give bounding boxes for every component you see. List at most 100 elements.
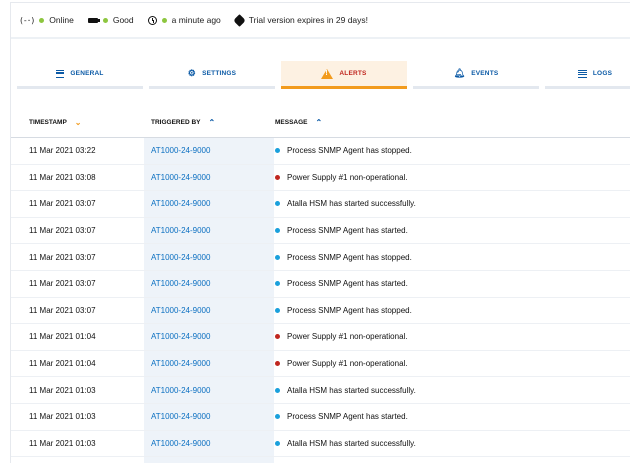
triggered-by-link[interactable]: AT1000-24-9000 xyxy=(144,324,274,350)
timestamp-cell: 11 Mar 2021 01:04 xyxy=(29,332,96,342)
bell-icon: 🔔︎ xyxy=(453,68,466,78)
info-dot-icon xyxy=(275,201,280,207)
triggered-by-link[interactable]: AT1000-24-9000 xyxy=(144,164,274,191)
message-text: Process SNMP Agent has stopped. xyxy=(287,252,412,262)
message-cell: Process SNMP Agent has stopped. xyxy=(275,244,412,270)
message-cell: Process SNMP Agent has started. xyxy=(275,404,408,430)
trial-label: Trial version expires in 29 days! xyxy=(248,15,369,25)
column-header-triggered-by[interactable]: TRIGGERED BY ⌃ xyxy=(151,107,215,137)
triggered-by-link[interactable]: AT1000-24-9000 xyxy=(144,138,274,164)
timestamp-cell: 11 Mar 2021 01:03 xyxy=(29,438,96,448)
table-header: TIMESTAMP ⌄ TRIGGERED BY ⌃ MESSAGE ⌃ xyxy=(11,107,630,138)
timestamp-cell: 11 Mar 2021 03:07 xyxy=(29,226,96,236)
tab-label: LOGS xyxy=(592,70,613,77)
timestamp-cell: 11 Mar 2021 03:08 xyxy=(29,172,96,182)
info-dot-icon xyxy=(275,387,280,393)
triggered-by-link[interactable]: AT1000-24-9000 xyxy=(144,191,274,217)
message-cell: Process SNMP Agent has started. xyxy=(275,271,408,297)
table-body: 11 Mar 2021 03:22 AT1000-24-9000 Process S… xyxy=(11,138,630,463)
tab-label: GENERAL xyxy=(70,70,104,77)
table-row[interactable]: 11 Mar 2021 01:04 AT1000-24-9000 Power Sup… xyxy=(11,350,630,378)
table-row[interactable]: 11 Mar 2021 03:07 AT1000-24-9000 Process S… xyxy=(11,297,630,325)
column-label: TIMESTAMP xyxy=(29,118,67,126)
message-text: Atalla HSM has started successfully. xyxy=(287,385,416,395)
tab-settings[interactable]: ⚙ SETTINGS xyxy=(149,61,275,89)
info-dot-icon xyxy=(275,414,280,420)
table-row[interactable]: 11 Mar 2021 01:03 AT1000-24-9000 Process S… xyxy=(11,403,630,431)
triggered-by-link[interactable]: AT1000-24-9000 xyxy=(144,430,274,457)
tab-label: SETTINGS xyxy=(202,70,237,77)
message-text: Process SNMP Agent has stopped. xyxy=(287,146,412,156)
battery-status: Good xyxy=(87,15,134,25)
info-dot-icon xyxy=(275,148,280,154)
message-cell: Atalla HSM has started successfully. xyxy=(275,191,416,217)
timestamp-cell: 11 Mar 2021 03:07 xyxy=(29,252,96,262)
message-text: Power Supply #1 non-operational. xyxy=(287,172,408,182)
table-row[interactable]: 11 Mar 2021 01:04 AT1000-24-9000 Power Sup… xyxy=(11,324,630,351)
table-row[interactable]: 11 Mar 2021 03:07 AT1000-24-9000 Process S… xyxy=(11,244,630,271)
last-update-dot xyxy=(161,17,167,23)
connection-label: Online xyxy=(49,15,74,25)
tag-icon xyxy=(232,13,246,27)
tab-general[interactable]: GENERAL xyxy=(17,61,143,89)
tab-logs[interactable]: LOGS xyxy=(545,61,630,89)
message-cell: Power Supply #1 non-operational. xyxy=(275,165,408,191)
table-row[interactable]: 11 Mar 2021 01:03 AT1000-24-9000 Atalla HS… xyxy=(11,377,630,404)
triggered-by-link[interactable]: AT1000-24-9000 xyxy=(144,244,274,270)
app-frame: (-·) Online Good a minute ago Trial vers… xyxy=(10,2,630,463)
triggered-by-link[interactable]: AT1000-24-9000 xyxy=(144,403,274,430)
triggered-by-link[interactable]: AT1000-24-9000 xyxy=(144,457,274,463)
last-update-status: a minute ago xyxy=(147,15,221,25)
column-label: TRIGGERED BY xyxy=(151,118,201,126)
triggered-by-link[interactable]: AT1000-24-9000 xyxy=(144,270,274,297)
info-dot-icon xyxy=(275,440,280,446)
column-header-timestamp[interactable]: TIMESTAMP ⌄ xyxy=(29,107,82,137)
error-dot-icon xyxy=(275,174,280,180)
message-text: Atalla HSM has started successfully. xyxy=(287,199,416,209)
table-row[interactable]: 11 Mar 2021 03:07 AT1000-24-9000 Process S… xyxy=(11,270,630,298)
error-dot-icon xyxy=(275,334,280,340)
tab-bar: GENERAL ⚙ SETTINGS ALERTS 🔔︎ EVENTS LOGS xyxy=(11,45,630,93)
tab-label: EVENTS xyxy=(471,70,499,77)
sort-ascending-icon[interactable]: ⌃ xyxy=(316,118,323,127)
message-cell: Atalla HSM has started successfully. xyxy=(275,431,416,457)
table-row[interactable]: 11 Mar 2021 03:07 AT1000-24-9000 Process S… xyxy=(11,217,630,245)
sort-descending-icon[interactable]: ⌄ xyxy=(75,118,82,127)
message-text: Power Supply #1 non-operational. xyxy=(287,359,408,369)
timestamp-cell: 11 Mar 2021 03:22 xyxy=(29,146,96,156)
message-cell: Process SNMP Agent has stopped. xyxy=(275,298,412,324)
connection-status-dot xyxy=(39,17,45,23)
message-cell: Atalla HSM has started successfully. xyxy=(275,377,416,403)
triggered-by-link[interactable]: AT1000-24-9000 xyxy=(144,217,274,244)
connection-status: (-·) Online xyxy=(19,15,74,25)
triggered-by-link[interactable]: AT1000-24-9000 xyxy=(144,297,274,324)
error-dot-icon xyxy=(275,361,280,367)
history-icon xyxy=(147,15,157,25)
tab-events[interactable]: 🔔︎ EVENTS xyxy=(413,61,539,89)
table-row[interactable]: 11 Mar 2021 03:07 AT1000-24-9000 Atalla HS… xyxy=(11,191,630,218)
table-row[interactable]: 11 Mar 2021 03:22 AT1000-24-9000 Process S… xyxy=(11,138,630,165)
connection-icon: (-·) xyxy=(19,15,35,25)
gear-icon: ⚙ xyxy=(187,68,197,78)
info-dot-icon xyxy=(275,228,280,234)
table-row[interactable]: 11 Mar 2021 01:03 AT1000-24-9000 Atalla HS… xyxy=(11,430,630,458)
message-text: Process SNMP Agent has started. xyxy=(287,412,408,422)
info-dot-icon xyxy=(275,307,280,313)
triggered-by-link[interactable]: AT1000-24-9000 xyxy=(144,350,274,377)
triggered-by-link[interactable]: AT1000-24-9000 xyxy=(144,377,274,403)
info-dot-icon xyxy=(275,254,280,260)
table-row[interactable]: 11 Mar 2021 03:08 AT1000-24-9000 Power Sup… xyxy=(11,164,630,192)
table-row[interactable]: 11 Mar 2021 01:03AT1000-24-9000Process S… xyxy=(11,457,630,463)
timestamp-cell: 11 Mar 2021 01:03 xyxy=(29,457,96,463)
trial-status: Trial version expires in 29 days! xyxy=(232,13,369,27)
message-text: Power Supply #1 non-operational. xyxy=(287,332,408,342)
timestamp-cell: 11 Mar 2021 01:03 xyxy=(29,412,96,422)
message-cell: Process SNMP Agent has started. xyxy=(275,218,408,244)
message-cell: Process SNMP Agent has stopped. xyxy=(275,138,412,164)
last-update-label: a minute ago xyxy=(171,15,221,25)
column-label: MESSAGE xyxy=(275,118,308,126)
column-header-message[interactable]: MESSAGE ⌃ xyxy=(275,107,322,137)
sort-ascending-icon[interactable]: ⌃ xyxy=(208,118,215,127)
tab-alerts[interactable]: ALERTS xyxy=(281,61,407,89)
logs-icon xyxy=(577,69,587,78)
